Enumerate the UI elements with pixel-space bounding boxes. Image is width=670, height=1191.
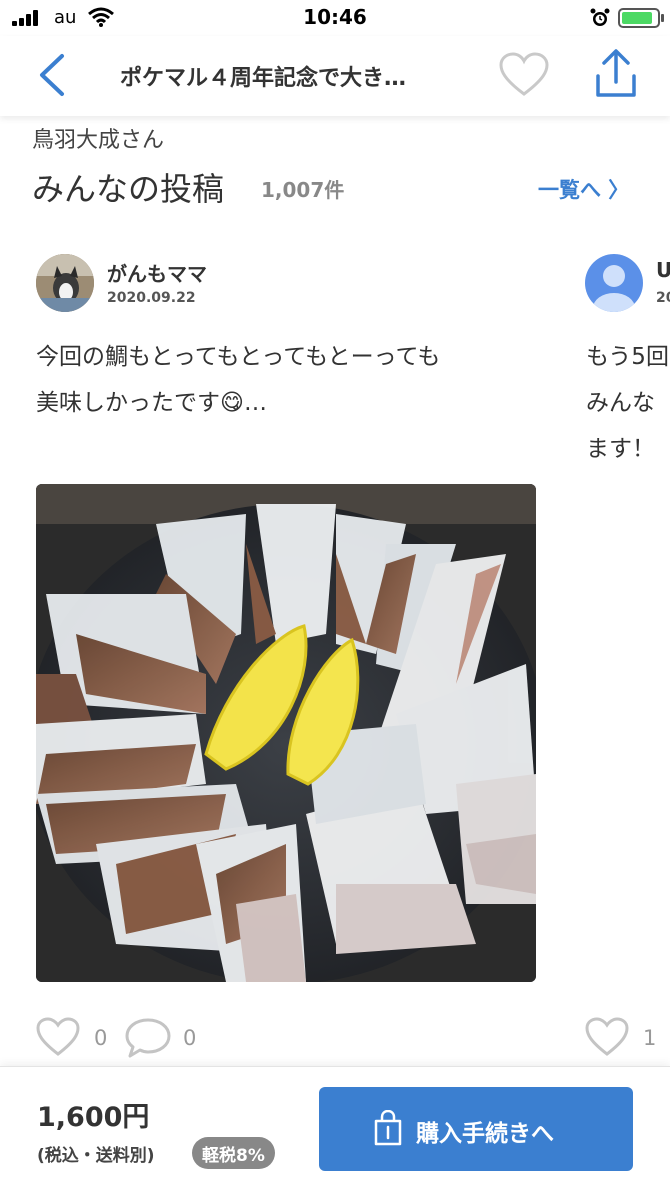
shopping-bag-icon bbox=[374, 1110, 402, 1146]
producer-name: 鳥羽大成さん bbox=[32, 128, 165, 153]
post-username[interactable]: がんもママ bbox=[107, 258, 207, 287]
like-button[interactable] bbox=[36, 1017, 80, 1057]
alarm-icon bbox=[590, 8, 610, 26]
purchase-button[interactable]: 購入手続きへ bbox=[319, 1087, 633, 1171]
avatar[interactable] bbox=[585, 254, 643, 312]
share-icon bbox=[596, 49, 636, 97]
post-body[interactable]: 今回の鯛もとってもとってもとーっても 美味しかったです😋… bbox=[36, 334, 536, 426]
avatar[interactable] bbox=[36, 254, 94, 312]
post-body-line: もう5回 bbox=[586, 344, 669, 370]
like-button[interactable] bbox=[585, 1017, 629, 1057]
post-body-line: みんな bbox=[586, 390, 655, 416]
chevron-left-icon bbox=[40, 54, 64, 96]
comment-button[interactable] bbox=[124, 1017, 172, 1059]
post-date: 2020.09.22 bbox=[107, 290, 196, 306]
battery-icon bbox=[618, 8, 660, 28]
share-button[interactable] bbox=[592, 48, 640, 100]
clock: 10:46 bbox=[303, 5, 367, 29]
post-date: 20 bbox=[656, 290, 670, 306]
post-body-line: 今回の鯛もとってもとってもとーっても bbox=[36, 344, 441, 370]
post-body-line: 美味しかったです😋… bbox=[36, 390, 267, 416]
heart-icon bbox=[499, 52, 549, 96]
user-photo bbox=[36, 254, 94, 312]
page-title: ポケマル４周年記念で大き… bbox=[120, 66, 407, 91]
heart-icon bbox=[585, 1017, 629, 1056]
default-user-icon bbox=[593, 265, 635, 312]
purchase-bar: 1,600円 (税込・送料別) 軽税8% 購入手続きへ bbox=[0, 1066, 670, 1191]
post-count: 1,007件 bbox=[261, 178, 345, 202]
tax-badge: 軽税8% bbox=[192, 1137, 275, 1169]
like-count: 1 bbox=[643, 1026, 657, 1050]
favorite-button[interactable] bbox=[498, 52, 550, 98]
see-all-link[interactable]: 一覧へ 〉 bbox=[538, 174, 629, 204]
purchase-button-label: 購入手続きへ bbox=[416, 1121, 554, 1147]
post-body[interactable]: もう5回 みんな ます！ bbox=[586, 334, 670, 472]
back-button[interactable] bbox=[30, 50, 76, 100]
status-bar: au 10:46 bbox=[0, 0, 670, 36]
post-image[interactable] bbox=[36, 484, 536, 982]
heart-icon bbox=[36, 1017, 80, 1056]
tax-note: (税込・送料別) bbox=[37, 1146, 155, 1166]
sashimi-photo bbox=[36, 484, 536, 982]
comment-count: 0 bbox=[183, 1026, 197, 1050]
battery-cap bbox=[661, 14, 664, 22]
section-title: みんなの投稿 bbox=[32, 170, 225, 208]
post-body-line: ます！ bbox=[586, 436, 655, 462]
price: 1,600円 bbox=[37, 1102, 150, 1133]
nav-bar: ポケマル４周年記念で大き… bbox=[0, 36, 670, 116]
like-count: 0 bbox=[94, 1026, 108, 1050]
comment-icon bbox=[125, 1018, 171, 1058]
post-username[interactable]: U bbox=[656, 258, 670, 282]
